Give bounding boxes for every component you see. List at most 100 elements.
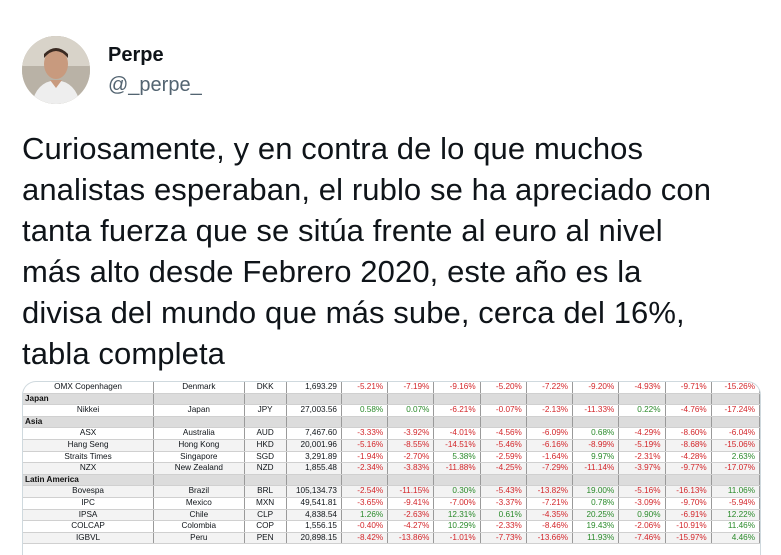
display-name[interactable]: Perpe — [108, 43, 202, 67]
return-cell: 19.43% — [572, 520, 620, 533]
return-cell: -3.97% — [618, 462, 666, 475]
handle[interactable]: @_perpe_ — [108, 73, 202, 97]
currency-cell: AUD — [244, 427, 287, 440]
return-cell: -0.07% — [480, 404, 527, 417]
return-cell: 4.46% — [711, 532, 760, 545]
country-cell: New Zealand — [153, 462, 245, 475]
region-blank-cell — [244, 474, 287, 487]
region-blank-cell — [387, 416, 435, 429]
currency-cell: HKD — [244, 439, 287, 452]
return-cell: -13.82% — [526, 485, 574, 498]
region-blank-cell — [433, 416, 481, 429]
return-cell: -9.16% — [433, 382, 481, 394]
region-blank-cell — [618, 393, 666, 406]
index-name-cell: IGBVL — [23, 532, 155, 545]
region-blank-cell — [526, 474, 574, 487]
return-cell: -5.16% — [618, 485, 666, 498]
return-cell: 11.46% — [711, 520, 760, 533]
region-row: Asia — [23, 416, 760, 429]
return-cell: -5.19% — [618, 439, 666, 452]
return-cell: -15.26% — [711, 382, 760, 394]
table-row: IGBVL Peru PEN 20,898.15 -8.42% -13.86% -1.01%… — [23, 532, 760, 545]
return-cell: -2.33% — [480, 520, 527, 533]
region-blank-cell — [433, 474, 481, 487]
return-cell: -4.01% — [433, 427, 481, 440]
tweet-media-image[interactable]: OMX Copenhagen Denmark DKK 1,693.29 -5.21% -7… — [22, 381, 761, 555]
return-cell: 0.30% — [433, 485, 481, 498]
region-blank-cell — [244, 393, 287, 406]
return-cell: -7.00% — [433, 497, 481, 510]
return-cell: -17.24% — [711, 404, 760, 417]
return-cell: -4.29% — [618, 427, 666, 440]
return-cell: -7.22% — [526, 382, 574, 394]
index-name-cell: Hang Seng — [23, 439, 155, 452]
return-cell: -6.09% — [526, 427, 574, 440]
region-blank-cell — [711, 393, 760, 406]
return-cell: -2.13% — [526, 404, 574, 417]
return-cell: -7.46% — [618, 532, 666, 545]
return-cell: 10.29% — [433, 520, 481, 533]
region-row: Latin America — [23, 474, 760, 487]
return-cell: -11.14% — [572, 462, 620, 475]
region-blank-cell — [480, 393, 527, 406]
region-blank-cell — [153, 416, 245, 429]
return-cell: -3.09% — [618, 497, 666, 510]
tweet-line: más alto desde Febrero 2020, este año es… — [22, 254, 642, 289]
return-cell: -7.73% — [480, 532, 527, 545]
return-cell: -9.71% — [665, 382, 712, 394]
return-cell: -3.92% — [387, 427, 435, 440]
currency-cell: BRL — [244, 485, 287, 498]
index-name-cell: NZX — [23, 462, 155, 475]
country-cell: Mexico — [153, 497, 245, 510]
return-cell: -11.88% — [433, 462, 481, 475]
index-name-cell: IPC — [23, 497, 155, 510]
index-level-cell: 20,898.15 — [286, 532, 342, 545]
return-cell: -7.21% — [526, 497, 574, 510]
return-cell: 0.22% — [618, 404, 666, 417]
country-cell: Chile — [153, 509, 245, 522]
region-blank-cell — [618, 416, 666, 429]
return-cell: -3.65% — [341, 497, 389, 510]
return-cell: -6.21% — [433, 404, 481, 417]
return-cell: 5.38% — [433, 451, 481, 464]
index-name-cell: COLCAP — [23, 520, 155, 533]
region-blank-cell — [433, 393, 481, 406]
region-blank-cell — [665, 393, 712, 406]
region-blank-cell — [153, 393, 245, 406]
return-cell: -5.43% — [480, 485, 527, 498]
return-cell: -4.56% — [480, 427, 527, 440]
return-cell: -2.06% — [618, 520, 666, 533]
currency-cell: SGD — [244, 451, 287, 464]
return-cell: 11.06% — [711, 485, 760, 498]
return-cell: 9.97% — [572, 451, 620, 464]
return-cell: -17.07% — [711, 462, 760, 475]
region-blank-cell — [711, 416, 760, 429]
tweet-line: tanta fuerza que se sitúa frente al euro… — [22, 213, 663, 248]
table-row: Straits Times Singapore SGD 3,291.89 -1.94% -… — [23, 451, 760, 464]
region-label: Asia — [23, 416, 155, 429]
tweet-line: divisa del mundo que más sube, cerca del… — [22, 295, 685, 330]
index-name-cell: IPSA — [23, 509, 155, 522]
region-row: Japan — [23, 393, 760, 406]
index-name-cell: ASX — [23, 427, 155, 440]
return-cell: -6.04% — [711, 427, 760, 440]
return-cell: 0.90% — [618, 509, 666, 522]
markets-table: OMX Copenhagen Denmark DKK 1,693.29 -5.21% -7… — [23, 382, 760, 545]
tweet-line: Curiosamente, y en contra de lo que much… — [22, 131, 644, 166]
currency-cell: JPY — [244, 404, 287, 417]
return-cell: -16.13% — [665, 485, 712, 498]
index-name-cell: OMX Copenhagen — [23, 382, 155, 394]
region-blank-cell — [341, 393, 389, 406]
tweet-text: Curiosamente, y en contra de lo que much… — [22, 128, 762, 374]
return-cell: -2.31% — [618, 451, 666, 464]
return-cell: -4.35% — [526, 509, 574, 522]
region-blank-cell — [387, 474, 435, 487]
avatar[interactable] — [22, 36, 90, 104]
return-cell: -0.40% — [341, 520, 389, 533]
region-blank-cell — [526, 416, 574, 429]
return-cell: -10.91% — [665, 520, 712, 533]
return-cell: 0.58% — [341, 404, 389, 417]
region-blank-cell — [572, 393, 620, 406]
country-cell: Australia — [153, 427, 245, 440]
return-cell: 12.31% — [433, 509, 481, 522]
